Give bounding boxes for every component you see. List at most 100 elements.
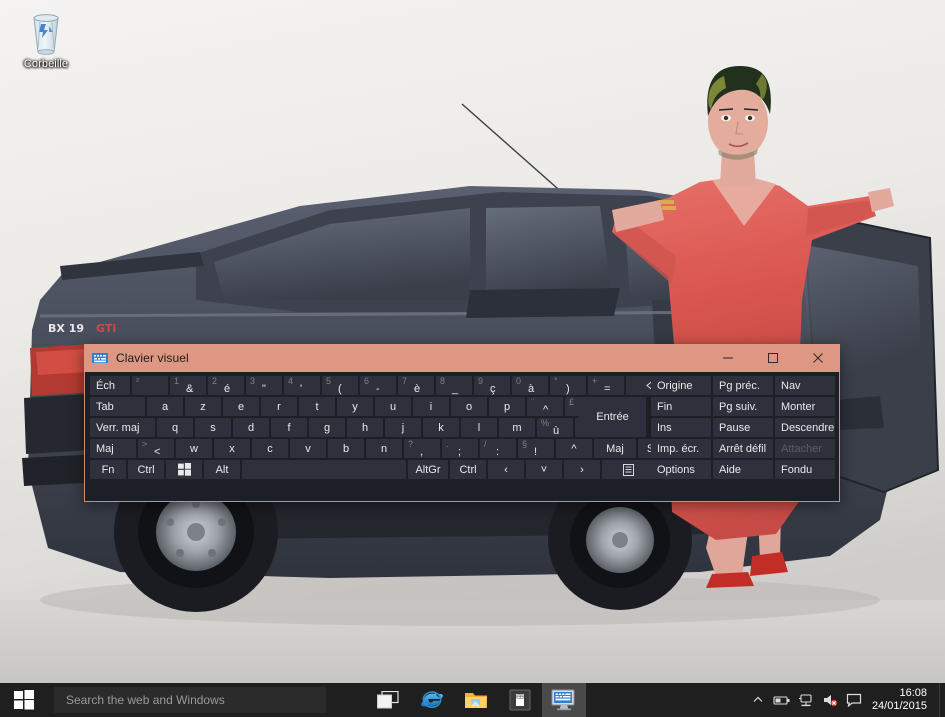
nav-key-descendre[interactable]: Descendre <box>775 418 835 437</box>
key-blank[interactable]: 3" <box>246 376 282 395</box>
taskbar-item-store[interactable] <box>498 683 542 717</box>
key-blank[interactable]: ‹ <box>488 460 524 479</box>
key-blank[interactable]: ¨^ <box>527 397 563 416</box>
key-blank[interactable]: °) <box>550 376 586 395</box>
close-button[interactable] <box>795 344 840 372</box>
key-blank[interactable]: 8_ <box>436 376 472 395</box>
key-i[interactable]: i <box>413 397 449 416</box>
key-l[interactable]: l <box>461 418 497 437</box>
nav-key-options[interactable]: Options <box>651 460 711 479</box>
key-ch[interactable]: Éch <box>90 376 130 395</box>
key-blank[interactable]: %ù <box>537 418 573 437</box>
nav-key-fin[interactable]: Fin <box>651 397 711 416</box>
key-blank[interactable]: >< <box>138 439 174 458</box>
search-input[interactable]: Search the web and Windows <box>54 687 326 713</box>
key-blank[interactable]: 6- <box>360 376 396 395</box>
key-blank[interactable]: 5( <box>322 376 358 395</box>
key-o[interactable]: o <box>451 397 487 416</box>
key-g[interactable]: g <box>309 418 345 437</box>
key-v[interactable]: v <box>290 439 326 458</box>
nav-key-nav[interactable]: Nav <box>775 376 835 395</box>
key-blank[interactable]: 9ç <box>474 376 510 395</box>
key-alt[interactable]: Alt <box>204 460 240 479</box>
on-screen-keyboard-window[interactable]: Clavier visuel <box>84 344 840 502</box>
key-w[interactable]: w <box>176 439 212 458</box>
nav-key-ins[interactable]: Ins <box>651 418 711 437</box>
key-verr-maj[interactable]: Verr. maj <box>90 418 155 437</box>
start-button[interactable] <box>0 683 48 717</box>
nav-key-origine[interactable]: Origine <box>651 376 711 395</box>
key-n[interactable]: n <box>366 439 402 458</box>
key-s[interactable]: s <box>195 418 231 437</box>
key-ctrl[interactable]: Ctrl <box>128 460 164 479</box>
key-blank[interactable]: /: <box>480 439 516 458</box>
nav-key-pg-suiv[interactable]: Pg suiv. <box>713 397 773 416</box>
nav-key-aide[interactable]: Aide <box>713 460 773 479</box>
action-center-button[interactable] <box>842 683 866 717</box>
key-blank[interactable]: 4' <box>284 376 320 395</box>
key-d[interactable]: d <box>233 418 269 437</box>
nav-key-fondu[interactable]: Fondu <box>775 460 835 479</box>
key-blank[interactable] <box>242 460 406 479</box>
minimize-button[interactable] <box>705 344 750 372</box>
key-blank[interactable]: 2é <box>208 376 244 395</box>
taskbar-item-on-screen-keyboard[interactable] <box>542 683 586 717</box>
key-blank[interactable]: ?, <box>404 439 440 458</box>
key-maj[interactable]: Maj <box>594 439 636 458</box>
nav-key-pause[interactable]: Pause <box>713 418 773 437</box>
key-f[interactable]: f <box>271 418 307 437</box>
key-blank[interactable]: 7è <box>398 376 434 395</box>
taskbar[interactable]: Search the web and Windows <box>0 683 945 717</box>
key-blank[interactable]: 1& <box>170 376 206 395</box>
volume-muted-button[interactable] <box>818 683 842 717</box>
battery-status[interactable] <box>770 683 794 717</box>
key-ctrl[interactable]: Ctrl <box>450 460 486 479</box>
key-blank[interactable]: ² <box>132 376 168 395</box>
taskbar-item-task-view[interactable] <box>366 683 410 717</box>
key-q[interactable]: q <box>157 418 193 437</box>
key-x[interactable]: x <box>214 439 250 458</box>
key-windows-icon[interactable] <box>166 460 202 479</box>
maximize-button[interactable] <box>750 344 795 372</box>
key-blank[interactable]: › <box>564 460 600 479</box>
desktop-icon-recycle-bin[interactable]: Corbeille <box>8 10 84 70</box>
key-k[interactable]: k <box>423 418 459 437</box>
key-y[interactable]: y <box>337 397 373 416</box>
show-desktop-button[interactable] <box>939 683 945 717</box>
key-m[interactable]: m <box>499 418 535 437</box>
key-u[interactable]: u <box>375 397 411 416</box>
nav-key-arr-t-d-fil[interactable]: Arrêt défil <box>713 439 773 458</box>
nav-key-monter[interactable]: Monter <box>775 397 835 416</box>
nav-key-pg-pr-c[interactable]: Pg préc. <box>713 376 773 395</box>
key-j[interactable]: j <box>385 418 421 437</box>
key-menu-key-icon[interactable] <box>602 460 654 479</box>
key-blank[interactable]: .; <box>442 439 478 458</box>
show-hidden-icons-button[interactable] <box>746 683 770 717</box>
osk-titlebar[interactable]: Clavier visuel <box>84 344 840 372</box>
key-c[interactable]: c <box>252 439 288 458</box>
key-fn[interactable]: Fn <box>90 460 126 479</box>
key-b[interactable]: b <box>328 439 364 458</box>
key-p[interactable]: p <box>489 397 525 416</box>
key-blank[interactable]: 0à <box>512 376 548 395</box>
key-entr-e[interactable]: Entrée <box>579 397 646 437</box>
key-blank[interactable]: += <box>588 376 624 395</box>
key-altgr[interactable]: AltGr <box>408 460 448 479</box>
key-z[interactable]: z <box>185 397 221 416</box>
taskbar-item-file-explorer[interactable] <box>454 683 498 717</box>
key-tab[interactable]: Tab <box>90 397 145 416</box>
key-blank[interactable]: ^ <box>556 439 592 458</box>
taskbar-item-internet-explorer[interactable] <box>410 683 454 717</box>
key-h[interactable]: h <box>347 418 383 437</box>
key-e[interactable]: e <box>223 397 259 416</box>
network-status[interactable] <box>794 683 818 717</box>
key-t[interactable]: t <box>299 397 335 416</box>
key-a[interactable]: a <box>147 397 183 416</box>
key-maj[interactable]: Maj <box>90 439 136 458</box>
key-r[interactable]: r <box>261 397 297 416</box>
nav-key-imp-cr[interactable]: Imp. écr. <box>651 439 711 458</box>
key-blank[interactable]: §! <box>518 439 554 458</box>
taskbar-clock[interactable]: 16:08 24/01/2015 <box>866 687 939 713</box>
key-blank[interactable]: ˅ <box>526 460 562 479</box>
desktop[interactable]: BX 19 GTi <box>0 0 945 683</box>
